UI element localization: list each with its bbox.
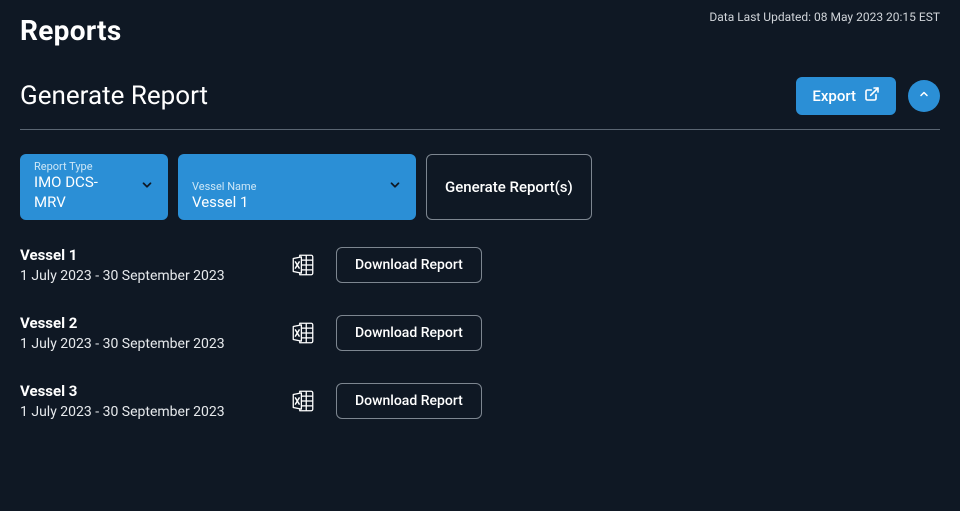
chevron-up-icon <box>918 88 930 104</box>
report-type-label: Report Type <box>34 160 124 173</box>
chevron-down-icon <box>140 177 154 196</box>
report-row: Vessel 2 1 July 2023 - 30 September 2023… <box>20 314 940 352</box>
collapse-toggle-button[interactable] <box>908 80 940 112</box>
report-type-dropdown[interactable]: Report Type IMO DCS-MRV <box>20 154 168 220</box>
report-name: Vessel 3 <box>20 382 290 400</box>
report-row: Vessel 3 1 July 2023 - 30 September 2023… <box>20 382 940 420</box>
chevron-down-icon <box>388 177 402 196</box>
generate-reports-button[interactable]: Generate Report(s) <box>426 154 592 220</box>
report-type-value: IMO DCS-MRV <box>34 173 124 212</box>
download-report-button[interactable]: Download Report <box>336 383 482 419</box>
vessel-name-dropdown[interactable]: Vessel Name Vessel 1 <box>178 154 416 220</box>
report-period: 1 July 2023 - 30 September 2023 <box>20 336 290 352</box>
report-period: 1 July 2023 - 30 September 2023 <box>20 404 290 420</box>
report-row: Vessel 1 1 July 2023 - 30 September 2023… <box>20 246 940 284</box>
report-list: Vessel 1 1 July 2023 - 30 September 2023… <box>0 220 960 420</box>
export-button-label: Export <box>812 87 856 105</box>
vessel-name-value: Vessel 1 <box>192 193 257 213</box>
vessel-name-label: Vessel Name <box>192 180 257 193</box>
export-button[interactable]: Export <box>796 77 896 115</box>
download-report-button[interactable]: Download Report <box>336 315 482 351</box>
excel-file-icon <box>290 320 316 346</box>
download-report-button[interactable]: Download Report <box>336 247 482 283</box>
last-updated-text: Data Last Updated: 08 May 2023 20:15 EST <box>709 10 940 24</box>
report-period: 1 July 2023 - 30 September 2023 <box>20 268 290 284</box>
excel-file-icon <box>290 388 316 414</box>
excel-file-icon <box>290 252 316 278</box>
report-name: Vessel 1 <box>20 246 290 264</box>
external-link-icon <box>864 86 880 106</box>
section-title: Generate Report <box>20 81 208 111</box>
report-name: Vessel 2 <box>20 314 290 332</box>
